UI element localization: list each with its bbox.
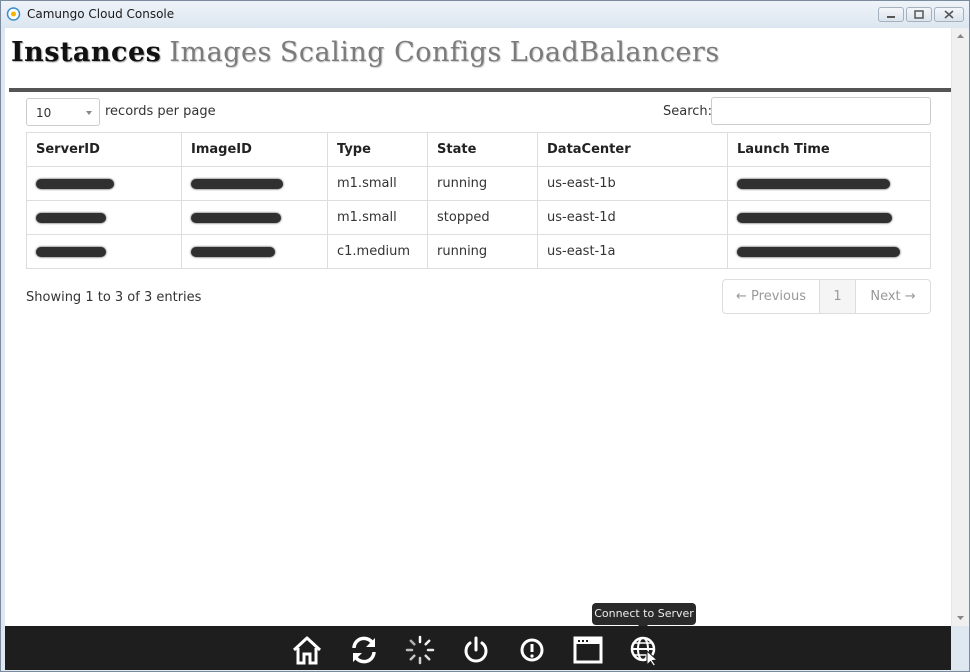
table-row[interactable]: m1.small stopped us-east-1d [26,200,931,235]
table-info: Showing 1 to 3 of 3 entries [26,290,202,305]
cell-imageid [181,166,328,201]
redacted-image-id [191,178,283,189]
redacted-image-id [191,246,275,257]
column-header-launch-time[interactable]: Launch Time [727,132,931,167]
next-page-button[interactable]: Next → [856,280,930,313]
scroll-up-icon[interactable] [952,28,969,45]
content-area: Instances Images Scaling Configs LoadBalanc… [5,28,951,626]
cell-serverid [26,234,182,269]
column-header-type[interactable]: Type [327,132,428,167]
instances-table: ServerID ImageID Type State DataCenter L… [26,132,931,269]
connect-globe-icon[interactable] [628,634,660,666]
page-length-label: records per page [105,104,216,119]
tab-scaling-configs[interactable]: Scaling Configs [280,37,502,68]
cell-state: running [427,166,538,201]
cell-type: m1.small [327,166,428,201]
cell-serverid [26,166,182,201]
cell-datacenter: us-east-1d [537,200,728,235]
cell-datacenter: us-east-1a [537,234,728,269]
page-length-select[interactable]: 10 [26,98,100,126]
refresh-icon[interactable] [348,634,380,666]
search-label: Search: [663,104,713,119]
tab-instances[interactable]: Instances [11,37,161,68]
app-window: Camungo Cloud Console Instances Images Sca… [0,0,970,672]
redacted-launch-time [737,178,890,189]
loading-spinner-icon[interactable] [404,634,436,666]
column-header-state[interactable]: State [427,132,538,167]
info-icon[interactable] [516,634,548,666]
redacted-launch-time [737,246,900,257]
column-header-imageid[interactable]: ImageID [181,132,328,167]
cell-state: running [427,234,538,269]
vertical-scrollbar[interactable] [951,28,969,626]
redacted-launch-time [737,212,892,223]
app-logo-icon [6,7,21,21]
pagination: ← Previous 1 Next → [722,279,931,314]
page-1-button[interactable]: 1 [820,280,856,313]
cell-type: c1.medium [327,234,428,269]
tab-divider [9,88,951,92]
chevron-down-icon [86,111,92,115]
cell-launch-time [727,200,931,235]
redacted-server-id [36,246,106,257]
window-icon[interactable] [572,634,604,666]
search-input[interactable] [711,97,931,125]
redacted-server-id [36,212,106,223]
cell-state: stopped [427,200,538,235]
cell-imageid [181,200,328,235]
connect-tooltip: Connect to Server [592,603,696,625]
cell-type: m1.small [327,200,428,235]
page-length-value: 10 [36,106,52,120]
window-title: Camungo Cloud Console [27,7,175,21]
cell-launch-time [727,166,931,201]
maximize-button[interactable] [906,7,932,22]
table-row[interactable]: c1.medium running us-east-1a [26,234,931,269]
power-icon[interactable] [460,634,492,666]
cell-serverid [26,200,182,235]
redacted-server-id [36,178,114,189]
minimize-button[interactable] [878,7,904,22]
tab-images[interactable]: Images [169,37,271,68]
home-icon[interactable] [291,634,323,666]
scroll-down-icon[interactable] [952,609,969,626]
previous-page-button[interactable]: ← Previous [723,280,820,313]
table-header-row: ServerID ImageID Type State DataCenter L… [26,132,931,167]
redacted-image-id [191,212,281,223]
cell-datacenter: us-east-1b [537,166,728,201]
bottom-toolbar [5,626,951,670]
cell-launch-time [727,234,931,269]
column-header-serverid[interactable]: ServerID [26,132,182,167]
cell-imageid [181,234,328,269]
tab-loadbalancers[interactable]: LoadBalancers [510,37,720,68]
main-tabs: Instances Images Scaling Configs LoadBalanc… [11,37,728,73]
close-button[interactable] [934,7,964,22]
table-row[interactable]: m1.small running us-east-1b [26,166,931,201]
column-header-datacenter[interactable]: DataCenter [537,132,728,167]
title-bar: Camungo Cloud Console [1,1,969,28]
